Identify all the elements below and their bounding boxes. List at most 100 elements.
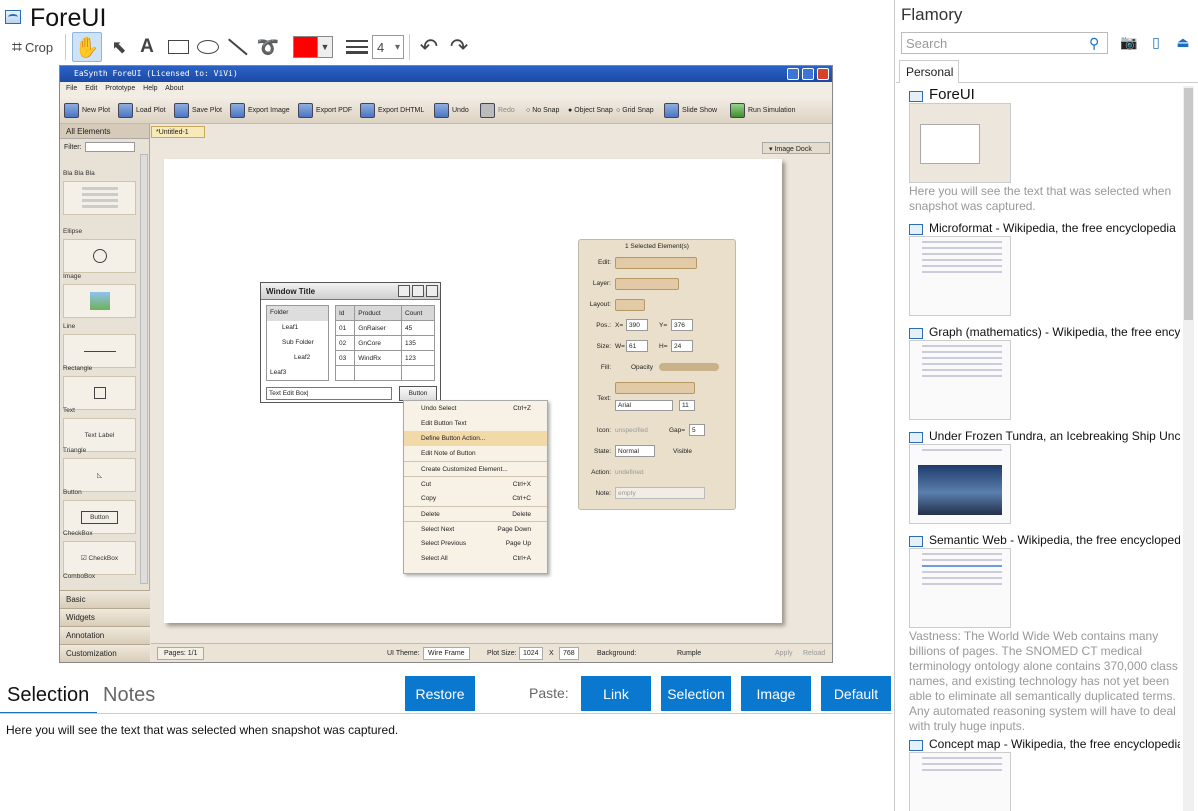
export-dhtml-icon [360, 103, 375, 118]
page-icon [909, 224, 923, 235]
toolbar-divider [409, 34, 410, 60]
tool-item: ● Object Snap [568, 107, 613, 114]
rectangle-tool-icon[interactable] [166, 32, 190, 62]
menu-item: Cut Ctrl+X [404, 476, 547, 491]
mock-text-edit: Text Edit Box| [266, 387, 392, 400]
line-width-select[interactable]: 4 [372, 35, 404, 59]
tool-item: Undo [434, 102, 469, 119]
paste-link-button[interactable]: Link [581, 676, 651, 711]
save-plot-icon [174, 103, 189, 118]
entry-title: Concept map - Wikipedia, the free encycl… [929, 737, 1180, 751]
snapshot-statusbar: Pages: 1/1 UI Theme: Wire Frame Plot Siz… [151, 643, 832, 662]
maximize-icon [802, 68, 814, 80]
tab-personal[interactable]: Personal [899, 60, 959, 83]
accordion-item: Annotation [60, 626, 150, 644]
entry-thumbnail [909, 236, 1011, 316]
entry-thumbnail [909, 444, 1011, 524]
menu-item: File [66, 85, 78, 92]
menu-item: Copy Ctrl+C [421, 495, 531, 502]
document-icon[interactable]: ▯ [1147, 34, 1165, 52]
hand-tool-icon[interactable]: ✋ [72, 32, 102, 62]
collapse-icon[interactable]: ⏏ [1174, 34, 1192, 52]
menu-item: Edit [85, 85, 98, 92]
context-menu: Undo Select Ctrl+Z Edit Button Text Defin… [403, 400, 548, 574]
snapshot-titlebar: EaSynth ForeUI (Licensed to: ViVi) [60, 66, 832, 82]
paste-label: Paste: [529, 685, 569, 701]
entry-title: Semantic Web - Wikipedia, the free encyc… [929, 533, 1180, 547]
crop-button[interactable]: ⌗ Crop [5, 32, 60, 62]
menu-item: Select Previous Page Up [421, 540, 531, 547]
palette-item: Image [63, 273, 136, 318]
line-tool-icon[interactable] [226, 32, 250, 62]
snapshot-list: ForeUI Here you will see the text that w… [896, 86, 1180, 811]
palette-header: All Elements [60, 124, 149, 139]
app-icon [5, 10, 21, 24]
selection-text[interactable]: Here you will see the text that was sele… [6, 723, 398, 737]
page-title: ForeUI [30, 4, 107, 32]
crop-icon: ⌗ [11, 36, 22, 57]
camera-icon[interactable]: 📷 [1120, 34, 1138, 52]
snapshot-image[interactable]: EaSynth ForeUI (Licensed to: ViVi) File … [59, 65, 833, 663]
paste-default-button[interactable]: Default [821, 676, 891, 711]
menu-item: Edit Button Text [421, 420, 467, 427]
snapshot-title: EaSynth ForeUI (Licensed to: ViVi) [74, 69, 238, 78]
tool-item: Redo [480, 102, 515, 119]
close-icon [817, 68, 829, 80]
app-window: ForeUI ⌗Crop ✋ ⬉ A ➰ ▼ 4 ↶ ↷ EaSynth For… [0, 0, 1198, 811]
redo-icon [480, 103, 495, 118]
page-icon [909, 91, 923, 102]
load-plot-icon [118, 103, 133, 118]
tree-item: Sub Folder [282, 339, 314, 346]
tab-selection[interactable]: Selection [0, 674, 97, 714]
line-style-icon[interactable] [345, 32, 369, 62]
list-scrollbar[interactable] [1183, 86, 1194, 811]
entry-thumbnail [909, 340, 1011, 420]
tool-item: Export PDF [298, 102, 352, 119]
palette-item: Rectangle [63, 365, 136, 410]
search-icon[interactable]: ⚲ [1089, 35, 1105, 51]
element-palette: All Elements Filter: Bla Bla Bla Ellipse… [60, 124, 150, 662]
new-plot-icon [64, 103, 79, 118]
palette-item: CheckBox ☑ CheckBox [63, 530, 136, 575]
tree-item: Leaf3 [270, 369, 287, 376]
properties-panel: 1 Selected Element(s) Edit: Layer: Layou… [578, 239, 736, 510]
palette-item: ComboBox [63, 573, 96, 580]
menu-item: About [165, 85, 184, 92]
entry-thumbnail [909, 103, 1011, 183]
mock-grid: Id Product Count 01 GnRaiser 45 02 GnCore 135 … [334, 305, 436, 381]
tool-item: Slide Show [664, 102, 717, 119]
menu-item: Prototype [105, 85, 136, 92]
undo-icon[interactable]: ↶ [416, 32, 442, 62]
table-row: 01 GnRaiser 45 [334, 320, 436, 336]
entry-thumbnail [909, 548, 1011, 628]
redo-icon[interactable]: ↷ [446, 32, 472, 62]
drawing-toolbar: ⌗Crop ✋ ⬉ A ➰ ▼ 4 ↶ ↷ [0, 32, 895, 62]
pointer-tool-icon[interactable]: ⬉ [106, 32, 132, 62]
accordion-item: Customization [60, 644, 150, 662]
flamory-title: Flamory [901, 5, 963, 24]
paste-selection-button[interactable]: Selection [661, 676, 731, 711]
mock-tree: Folder Leaf1 Sub Folder Leaf2 Leaf3 [266, 305, 329, 381]
undo-icon [434, 103, 449, 118]
tool-item: Export Image [230, 102, 290, 119]
palette-scrollbar [140, 154, 148, 584]
color-picker[interactable]: ▼ [292, 32, 334, 62]
properties-header: 1 Selected Element(s) [625, 243, 689, 250]
menu-item: Create Customized Element... [404, 461, 547, 476]
restore-button[interactable]: Restore [405, 676, 475, 711]
palette-item: Ellipse [63, 228, 136, 273]
freehand-tool-icon[interactable]: ➰ [256, 32, 280, 62]
tree-item: Leaf2 [294, 354, 311, 361]
paste-image-button[interactable]: Image [741, 676, 811, 711]
text-tool-icon[interactable]: A [136, 32, 158, 62]
search-input[interactable]: Search [901, 32, 1108, 54]
chevron-down-icon: ▼ [317, 36, 333, 58]
ellipse-tool-icon[interactable] [196, 32, 220, 62]
entry-title: Microformat - Wikipedia, the free encycl… [929, 221, 1176, 235]
run-simulation-icon [730, 103, 745, 118]
tab-notes[interactable]: Notes [103, 684, 155, 707]
crop-label: Crop [24, 39, 54, 55]
scrollbar-thumb[interactable] [1184, 88, 1193, 320]
table-row: 02 GnCore 135 [334, 335, 436, 351]
close-icon [426, 285, 438, 297]
